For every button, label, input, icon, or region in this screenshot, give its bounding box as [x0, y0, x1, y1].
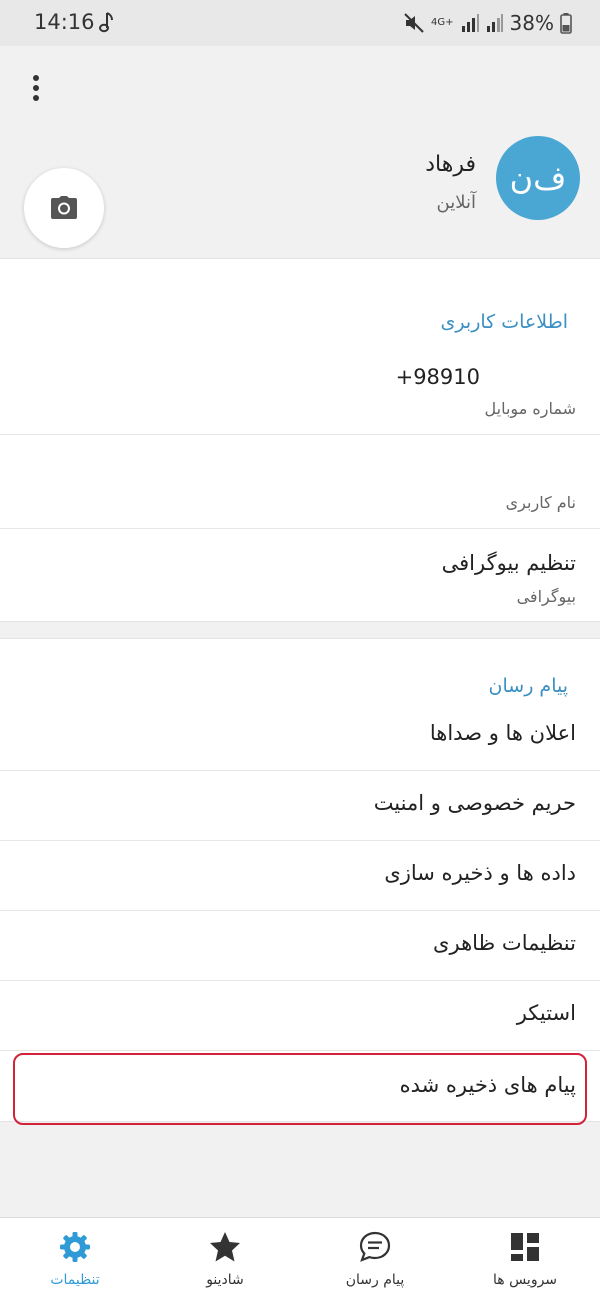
nav-label-shadino: شادینو: [206, 1272, 244, 1288]
profile-name: فرهاد: [425, 152, 476, 177]
menu-item-label: استیکر: [516, 1001, 576, 1025]
menu-item-label: داده ها و ذخیره سازی: [384, 861, 576, 885]
menu-item-saved-messages[interactable]: پیام های ذخیره شده: [0, 1053, 600, 1123]
phone-row[interactable]: +98910 شماره موبایل: [0, 351, 600, 435]
menu-item-notifications[interactable]: اعلان ها و صداها: [0, 701, 600, 771]
menu-item-appearance[interactable]: تنظیمات ظاهری: [0, 911, 600, 981]
bio-value: تنظیم بیوگرافی: [441, 551, 576, 575]
star-icon: [210, 1232, 240, 1262]
profile-status: آنلاین: [436, 192, 476, 213]
menu-item-sticker[interactable]: استیکر: [0, 981, 600, 1051]
chat-icon: [359, 1231, 391, 1262]
nav-label-services: سرویس ها: [492, 1272, 558, 1288]
nav-item-services[interactable]: سرویس ها: [450, 1218, 600, 1300]
messenger-card: پیام رسان اعلان ها و صداها حریم خصوصی و …: [0, 638, 600, 1125]
menu-item-label: اعلان ها و صداها: [429, 721, 576, 745]
menu-item-label: پیام های ذخیره شده: [399, 1073, 576, 1097]
battery-icon: [560, 13, 572, 34]
battery-percent: 38%: [509, 11, 554, 35]
gear-icon: [60, 1232, 90, 1262]
menu-item-label: حریم خصوصی و امنیت: [373, 791, 576, 815]
status-bar: 14:16 4G+ 38%: [0, 0, 600, 46]
more-dot: [33, 95, 39, 101]
bottom-nav: تنظیمات شادینو پیام رسان سرویس ها: [0, 1217, 600, 1300]
phone-label: شماره موبایل: [484, 399, 576, 418]
username-label: نام کاربری: [505, 493, 576, 512]
avatar[interactable]: ف‌ن: [496, 136, 580, 220]
section-title-messenger: پیام رسان: [488, 675, 568, 697]
phone-value: +98910: [395, 365, 480, 389]
menu-item-data-storage[interactable]: داده ها و ذخیره سازی: [0, 841, 600, 911]
signal-icon: [461, 14, 479, 32]
nav-label-settings: تنظیمات: [50, 1272, 100, 1288]
bio-label: بیوگرافی: [516, 587, 576, 606]
mute-icon: [404, 13, 424, 33]
network-type: 4G+: [431, 17, 454, 28]
more-options-button[interactable]: [22, 72, 50, 104]
username-row[interactable]: نام کاربری: [0, 435, 600, 529]
nav-item-settings[interactable]: تنظیمات: [0, 1218, 150, 1300]
section-title-user-info: اطلاعات کاربری: [440, 311, 568, 333]
menu-item-privacy[interactable]: حریم خصوصی و امنیت: [0, 771, 600, 841]
nav-item-shadino[interactable]: شادینو: [150, 1218, 300, 1300]
nav-item-messenger[interactable]: پیام رسان: [300, 1218, 450, 1300]
signal-icon-2: [486, 14, 503, 32]
camera-icon: [51, 196, 77, 219]
more-dot: [33, 75, 39, 81]
more-dot: [33, 85, 39, 91]
nav-label-messenger: پیام رسان: [345, 1272, 405, 1288]
user-info-card: اطلاعات کاربری +98910 شماره موبایل نام ک…: [0, 258, 600, 622]
change-photo-button[interactable]: [24, 168, 104, 248]
grid-icon: [511, 1233, 539, 1261]
menu-item-label: تنظیمات ظاهری: [433, 931, 576, 955]
status-time: 14:16: [34, 10, 95, 34]
bio-row[interactable]: تنظیم بیوگرافی بیوگرافی: [0, 529, 600, 621]
music-note-icon: [99, 12, 113, 33]
